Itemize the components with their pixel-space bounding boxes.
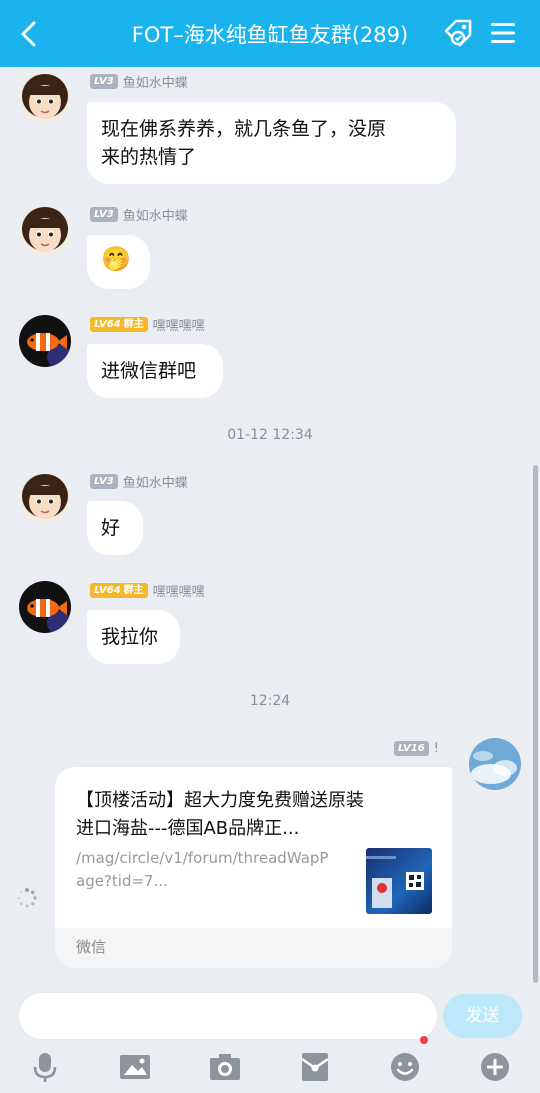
send-button[interactable]: 发送 [443, 994, 522, 1038]
sender-name: ! [433, 740, 439, 756]
emoji-icon[interactable] [387, 1049, 423, 1085]
card-title: 【顶楼活动】超大力度免费赠送原装 进口海盐---德国AB品牌正... [76, 790, 364, 839]
avatar[interactable] [19, 472, 71, 524]
card-source: 微信 [55, 928, 452, 968]
message-bubble[interactable]: 进微信群吧 [87, 344, 223, 398]
message-text: 好 [101, 517, 121, 539]
thumbnail-image-icon [366, 856, 424, 908]
message-bubble[interactable]: 我拉你 [87, 610, 180, 664]
message-bubble[interactable]: 🤭 [87, 235, 150, 289]
self-sender-meta: LV16 ! [394, 739, 439, 757]
timestamp: 01-12 12:34 [227, 427, 313, 443]
group-tag-icon[interactable] [441, 16, 475, 50]
sender-name[interactable]: 鱼如水中蝶 [123, 472, 188, 491]
message-bubble[interactable]: 好 [87, 501, 143, 555]
girl-avatar-icon [19, 205, 71, 257]
sender-meta: LV3 鱼如水中蝶 [90, 205, 188, 224]
link-card[interactable]: 【顶楼活动】超大力度免费赠送原装 进口海盐---德国AB品牌正... /mag/… [55, 767, 452, 968]
camera-icon[interactable] [207, 1049, 243, 1085]
avatar[interactable] [19, 205, 71, 257]
level-badge: LV64 群主 [90, 582, 148, 598]
level-badge: LV16 [394, 740, 429, 756]
message-text-line: 现在佛系养养，就几条鱼了，没原 [101, 118, 387, 140]
self-avatar[interactable] [469, 738, 521, 790]
sky-avatar-icon [469, 738, 521, 790]
message-text: 进微信群吧 [101, 360, 197, 382]
input-bar: 发送 [0, 989, 540, 1093]
timestamp: 12:24 [249, 693, 291, 709]
avatar[interactable] [19, 72, 71, 124]
sender-name[interactable]: 鱼如水中蝶 [123, 72, 188, 91]
avatar[interactable] [19, 581, 71, 633]
sender-meta: LV64 群主 嘿嘿嘿嘿 [90, 581, 205, 600]
image-icon[interactable] [117, 1049, 153, 1085]
scrollbar[interactable] [533, 465, 538, 983]
message-input[interactable] [19, 993, 437, 1039]
card-thumbnail [366, 848, 432, 914]
plus-icon[interactable] [477, 1049, 513, 1085]
level-badge: LV3 [90, 206, 118, 222]
emoji-icon: 🤭 [101, 245, 131, 273]
avatar[interactable] [19, 315, 71, 367]
clownfish-avatar-icon [19, 315, 71, 367]
clownfish-avatar-icon [19, 581, 71, 633]
card-url: /mag/circle/v1/forum/threadWapP age?tid=… [76, 849, 329, 890]
notification-dot [420, 1036, 428, 1044]
sender-name[interactable]: 嘿嘿嘿嘿 [153, 315, 205, 334]
sender-meta: LV3 鱼如水中蝶 [90, 472, 188, 491]
sender-name[interactable]: 鱼如水中蝶 [123, 205, 188, 224]
sender-meta: LV64 群主 嘿嘿嘿嘿 [90, 315, 205, 334]
sender-meta: LV3 鱼如水中蝶 [90, 72, 188, 91]
level-badge: LV3 [90, 473, 118, 489]
message-bubble[interactable]: 现在佛系养养，就几条鱼了，没原 来的热情了 [87, 102, 456, 184]
girl-avatar-icon [19, 472, 71, 524]
message-text: 我拉你 [101, 626, 159, 648]
girl-avatar-icon [19, 72, 71, 124]
menu-icon[interactable] [486, 16, 520, 50]
level-badge: LV64 群主 [90, 316, 148, 332]
owner-role: 群主 [123, 584, 144, 596]
red-packet-icon[interactable] [297, 1049, 333, 1085]
sender-name[interactable]: 嘿嘿嘿嘿 [153, 581, 205, 600]
message-text-line: 来的热情了 [101, 146, 197, 168]
owner-role: 群主 [123, 318, 144, 330]
message-list[interactable]: LV3 鱼如水中蝶 现在佛系养养，就几条鱼了，没原 来的热情了 LV3 鱼如水中… [0, 67, 540, 989]
title-bar: FOT–海水纯鱼缸鱼友群(289) [0, 0, 540, 67]
level-badge: LV3 [90, 73, 118, 89]
microphone-icon[interactable] [27, 1049, 63, 1085]
sending-spinner-icon [17, 888, 37, 908]
